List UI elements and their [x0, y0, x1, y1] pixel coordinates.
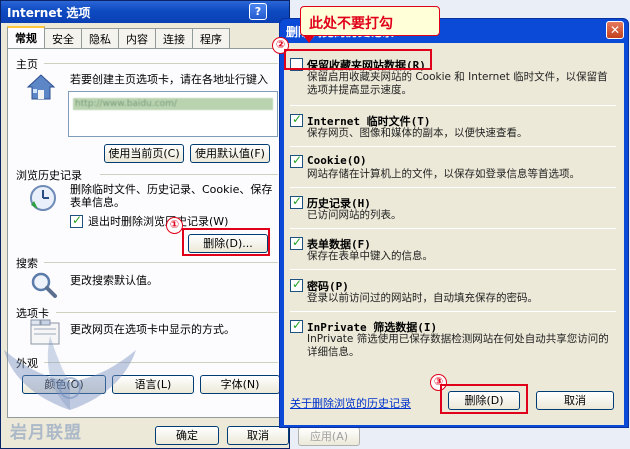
- ok-button[interactable]: 确定: [155, 426, 219, 445]
- tab-programs[interactable]: 程序: [192, 28, 230, 48]
- passwords-desc: 登录以前访问过的网站时，自动填充保存的密码。: [307, 292, 538, 304]
- history-section-title: 浏览历史记录: [16, 169, 82, 182]
- temp-files-desc: 保存网页、图像和媒体的副本，以便快速查看。: [307, 127, 528, 139]
- history-delete-highlight: [182, 228, 270, 256]
- dialog-delete-highlight: [440, 384, 528, 414]
- dialog-divider: [290, 311, 616, 312]
- dialog-divider: [290, 146, 616, 147]
- option-passwords: 密码(P) 登录以前访问过的网站时，自动填充保存的密码。: [290, 277, 618, 308]
- dialog-divider: [290, 269, 616, 270]
- about-delete-history-link[interactable]: 关于删除浏览的历史记录: [290, 395, 411, 411]
- preserve-favorites-desc: 保留启用收藏夹网站的 Cookie 和 Internet 临时文件，以保留首选项…: [307, 71, 608, 96]
- io-title-bar: Internet 选项 ?: [1, 1, 289, 23]
- watermark-wings-icon: [4, 336, 136, 410]
- magnifier-icon: [30, 271, 58, 302]
- exit-delete-label: 退出时删除浏览历史记录(W): [88, 215, 229, 228]
- io-tab-strip: 常规 安全 隐私 内容 连接 程序: [7, 26, 230, 48]
- home-section-title: 主页: [16, 58, 38, 71]
- cookies-desc: 网站存储在计算机上的文件，以保存如登录信息等首选项。: [307, 168, 580, 180]
- history-description-line1: 删除临时文件、历史记录、Cookie、保存: [70, 183, 273, 196]
- io-title: Internet 选项: [7, 6, 91, 20]
- history-divider: [100, 174, 278, 175]
- io-cancel-button[interactable]: 取消: [227, 426, 289, 445]
- preserve-favorites-highlight: [284, 49, 432, 70]
- tab-general[interactable]: 常规: [7, 26, 45, 48]
- option-temp-files: Internet 临时文件(T) 保存网页、图像和媒体的副本，以便快速查看。: [290, 112, 618, 143]
- delete-history-dialog: 删除浏览的历史记录 ✕ 保留收藏夹网站数据(R) 保留启用收藏夹网站的 Cook…: [279, 18, 629, 428]
- home-house-icon: [26, 73, 56, 104]
- step1-marker: ①: [166, 217, 183, 234]
- cookies-checkbox[interactable]: [290, 153, 303, 168]
- dialog-divider: [290, 187, 616, 188]
- dialog-cancel-button[interactable]: 取消: [536, 391, 614, 410]
- home-url-field[interactable]: http://www.baidu.com/: [68, 91, 278, 137]
- passwords-checkbox[interactable]: [290, 277, 303, 292]
- option-inprivate: InPrivate 筛选数据(I) InPrivate 筛选使用已保存数据检测网…: [290, 318, 618, 363]
- search-description: 更改搜索默认值。: [70, 274, 158, 287]
- form-data-checkbox[interactable]: [290, 235, 303, 250]
- dialog-body: 保留收藏夹网站数据(R) 保留启用收藏夹网站的 Cookie 和 Interne…: [284, 43, 624, 425]
- tab-content[interactable]: 内容: [118, 28, 156, 48]
- home-description: 若要创建主页选项卡，请在各地址行键入: [70, 73, 268, 86]
- history-desc: 已访问网站的列表。: [307, 209, 402, 221]
- history-checkbox[interactable]: [290, 194, 303, 209]
- watermark: 岩月联盟: [0, 330, 140, 449]
- search-divider: [44, 262, 278, 263]
- inprivate-checkbox[interactable]: [290, 318, 303, 333]
- dialog-close-button[interactable]: ✕: [606, 21, 624, 39]
- use-default-button[interactable]: 使用默认值(F): [190, 144, 270, 163]
- watermark-text: 岩月联盟: [10, 423, 82, 443]
- dialog-divider: [290, 105, 616, 106]
- search-section-title: 搜索: [16, 257, 38, 270]
- fonts-button[interactable]: 字体(N): [200, 375, 280, 394]
- help-button[interactable]: ?: [249, 3, 267, 20]
- history-description-line2: 表单信息。: [70, 196, 125, 209]
- annotation-callout: 此处不要打勾: [300, 6, 440, 43]
- option-history: 历史记录(H) 已访问网站的列表。: [290, 194, 618, 225]
- tab-privacy[interactable]: 隐私: [81, 28, 119, 48]
- temp-files-checkbox[interactable]: [290, 112, 303, 127]
- inprivate-desc: InPrivate 筛选使用已保存数据检测网站在何处自动共享您访问的详细信息。: [307, 333, 609, 358]
- cookies-title: Cookie(O): [307, 154, 367, 167]
- home-divider: [44, 63, 278, 64]
- tabs-divider: [56, 312, 278, 313]
- form-data-desc: 保存在表单中键入的信息。: [307, 250, 433, 262]
- history-clock-icon: [28, 183, 58, 216]
- use-current-button[interactable]: 使用当前页(C): [104, 144, 184, 163]
- home-url-value: http://www.baidu.com/: [73, 98, 273, 110]
- tab-connections[interactable]: 连接: [155, 28, 193, 48]
- apply-button[interactable]: 应用(A): [298, 427, 360, 446]
- option-form-data: 表单数据(F) 保存在表单中键入的信息。: [290, 235, 618, 266]
- tab-security[interactable]: 安全: [44, 28, 82, 48]
- exit-delete-checkbox[interactable]: [70, 213, 83, 228]
- option-cookies: Cookie(O) 网站存储在计算机上的文件，以保存如登录信息等首选项。: [290, 153, 618, 184]
- dialog-divider: [290, 228, 616, 229]
